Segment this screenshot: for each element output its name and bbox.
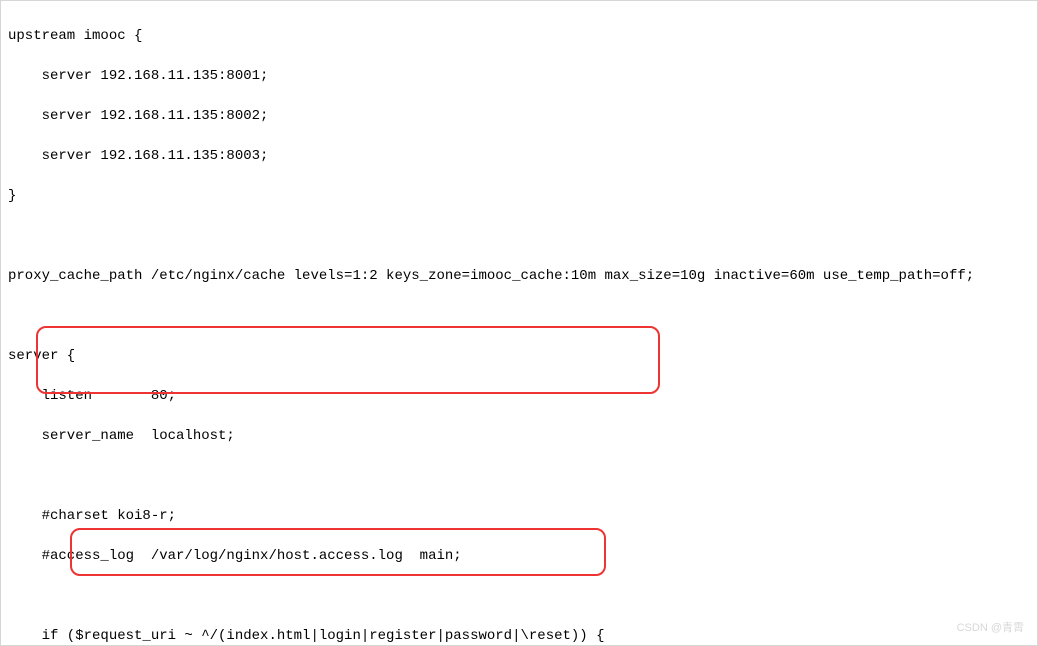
code-line [8, 586, 1030, 606]
code-line [8, 306, 1030, 326]
code-line: server 192.168.11.135:8003; [8, 146, 1030, 166]
watermark: CSDN @青霄 [957, 618, 1024, 638]
code-line: server { [8, 346, 1030, 366]
code-line: if ($request_uri ~ ^/(index.html|login|r… [8, 626, 1030, 646]
nginx-config-code: upstream imooc { server 192.168.11.135:8… [0, 0, 1038, 646]
code-line [8, 226, 1030, 246]
code-line: listen 80; [8, 386, 1030, 406]
code-line: } [8, 186, 1030, 206]
code-line: #access_log /var/log/nginx/host.access.l… [8, 546, 1030, 566]
code-line: server 192.168.11.135:8001; [8, 66, 1030, 86]
code-line [8, 466, 1030, 486]
code-line: upstream imooc { [8, 26, 1030, 46]
code-line: server 192.168.11.135:8002; [8, 106, 1030, 126]
code-line: server_name localhost; [8, 426, 1030, 446]
code-line: #charset koi8-r; [8, 506, 1030, 526]
code-line: proxy_cache_path /etc/nginx/cache levels… [8, 266, 1030, 286]
